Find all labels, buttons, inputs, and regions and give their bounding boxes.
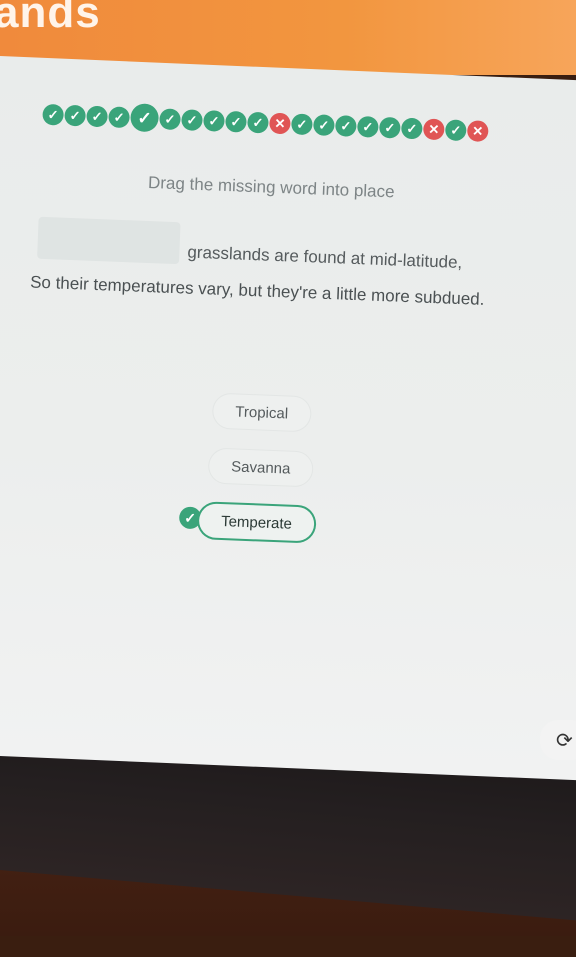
progress-step-correct: ✓ [335,114,357,137]
cross-icon: ✕ [274,115,286,131]
progress-step-correct: ✓ [291,112,313,135]
check-icon: ✓ [384,119,396,135]
check-icon: ✓ [450,122,462,138]
progress-step-correct: ✓ [86,105,108,127]
instruction-text: Drag the missing word into place [147,172,395,202]
progress-step-wrong: ✕ [269,112,291,134]
check-icon: ✓ [208,112,220,129]
progress-step-correct: ✓ [181,108,203,131]
option-temperate[interactable]: Temperate [198,503,315,542]
progress-step-correct: ✓ [159,107,181,130]
check-icon: ✓ [137,108,153,128]
progress-step-correct: ✓ [42,103,65,126]
progress-step-correct: ✓ [378,116,401,139]
cross-icon: ✕ [428,121,440,137]
sentence-line-2: So their temperatures vary, but they're … [29,272,485,309]
progress-step-correct: ✓ [357,115,379,138]
progress-step-correct: ✓ [203,109,225,132]
refresh-button[interactable]: ⟳ [540,720,576,760]
check-icon: ✓ [186,111,198,128]
check-icon: ✓ [340,117,352,134]
drop-target-blank[interactable] [37,216,181,265]
check-icon: ✓ [318,116,330,133]
progress-tracker: ✓ ✓ ✓ ✓ ✓ ✓ ✓ ✓ ✓ ✓ ✕ ✓ ✓ ✓ ✓ ✓ ✓ ✕ ✓ ✕ [42,99,563,149]
progress-step-current: ✓ [130,103,160,133]
progress-step-correct: ✓ [247,111,269,134]
check-icon: ✓ [406,120,418,136]
progress-step-correct: ✓ [400,117,423,139]
sentence-line-1: grasslands are found at mid-latitude, [187,242,463,273]
check-icon: ✓ [178,506,202,530]
check-icon: ✓ [47,106,59,122]
refresh-icon: ⟳ [556,729,573,752]
check-icon: ✓ [362,118,374,135]
option-tropical[interactable]: Tropical [212,393,311,432]
check-icon: ✓ [252,114,264,130]
check-icon: ✓ [164,111,176,127]
cross-icon: ✕ [472,122,484,139]
progress-step-correct: ✓ [225,110,247,133]
progress-step-wrong: ✕ [422,117,445,140]
check-icon: ✓ [91,108,103,124]
progress-step-correct: ✓ [108,105,130,128]
progress-step-wrong: ✕ [466,119,489,142]
check-icon: ✓ [69,107,81,123]
progress-step-correct: ✓ [64,104,87,126]
check-icon: ✓ [296,116,308,132]
lesson-content: ✓ ✓ ✓ ✓ ✓ ✓ ✓ ✓ ✓ ✓ ✕ ✓ ✓ ✓ ✓ ✓ ✓ ✕ ✓ ✕ Drag the missing wo… [0,0,576,957]
check-icon: ✓ [230,113,242,129]
check-icon: ✓ [113,109,125,125]
progress-step-correct: ✓ [313,113,335,136]
option-savanna[interactable]: Savanna [208,448,314,487]
progress-step-correct: ✓ [444,118,467,141]
